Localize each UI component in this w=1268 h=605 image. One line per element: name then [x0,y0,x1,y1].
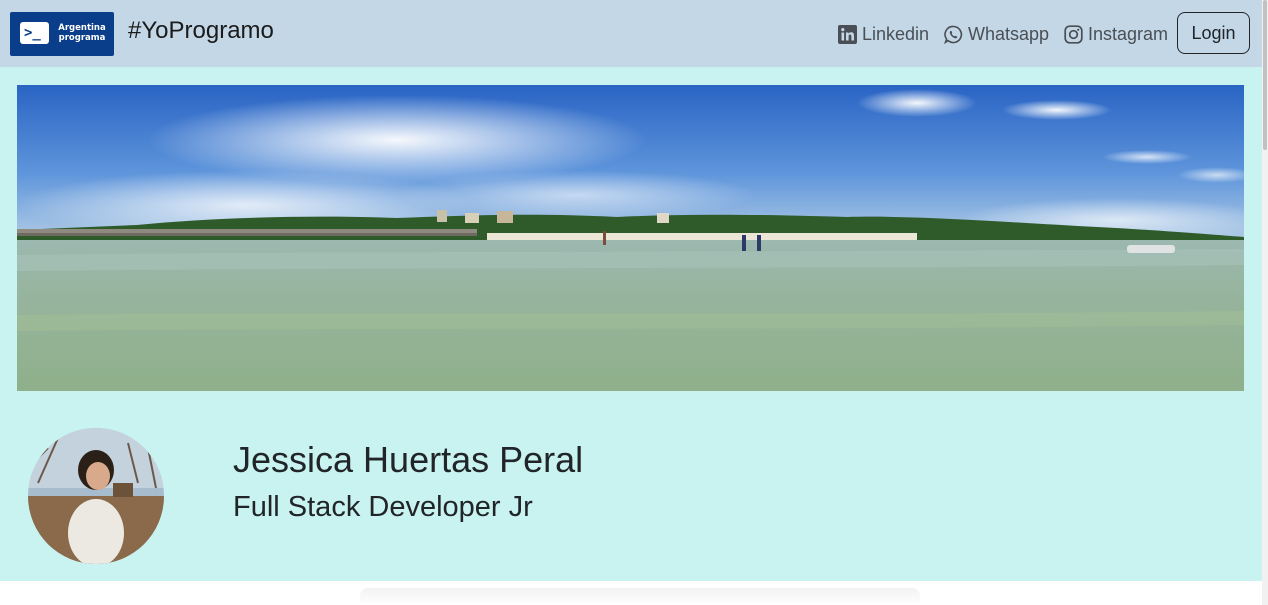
brand-title[interactable]: #YoProgramo [128,16,274,46]
terminal-icon: >_ [20,22,49,44]
scrollbar-thumb[interactable] [1263,0,1267,150]
logo-line-1: Argentina [58,23,106,33]
profile-name: Jessica Huertas Peral [233,439,584,480]
content-card-edge [360,588,920,605]
instagram-label: Instagram [1088,23,1169,44]
linkedin-link[interactable]: Linkedin [838,22,929,46]
banner-image [17,85,1244,391]
instagram-icon [1064,24,1083,44]
linkedin-label: Linkedin [862,23,930,44]
whatsapp-icon [944,25,963,44]
argentina-programa-logo[interactable]: >_ Argentina programa [10,12,114,56]
profile-role: Full Stack Developer Jr [233,491,533,523]
logo-line-2: programa [58,33,106,43]
instagram-link[interactable]: Instagram [1064,22,1168,46]
avatar [28,428,164,564]
navbar: >_ Argentina programa #YoProgramo Linked… [0,0,1262,67]
profile-header: Jessica Huertas Peral Full Stack Develop… [0,67,1262,581]
login-button[interactable]: Login [1177,12,1250,54]
linkedin-icon [838,24,857,44]
whatsapp-link[interactable]: Whatsapp [944,22,1049,46]
whatsapp-label: Whatsapp [968,23,1050,44]
